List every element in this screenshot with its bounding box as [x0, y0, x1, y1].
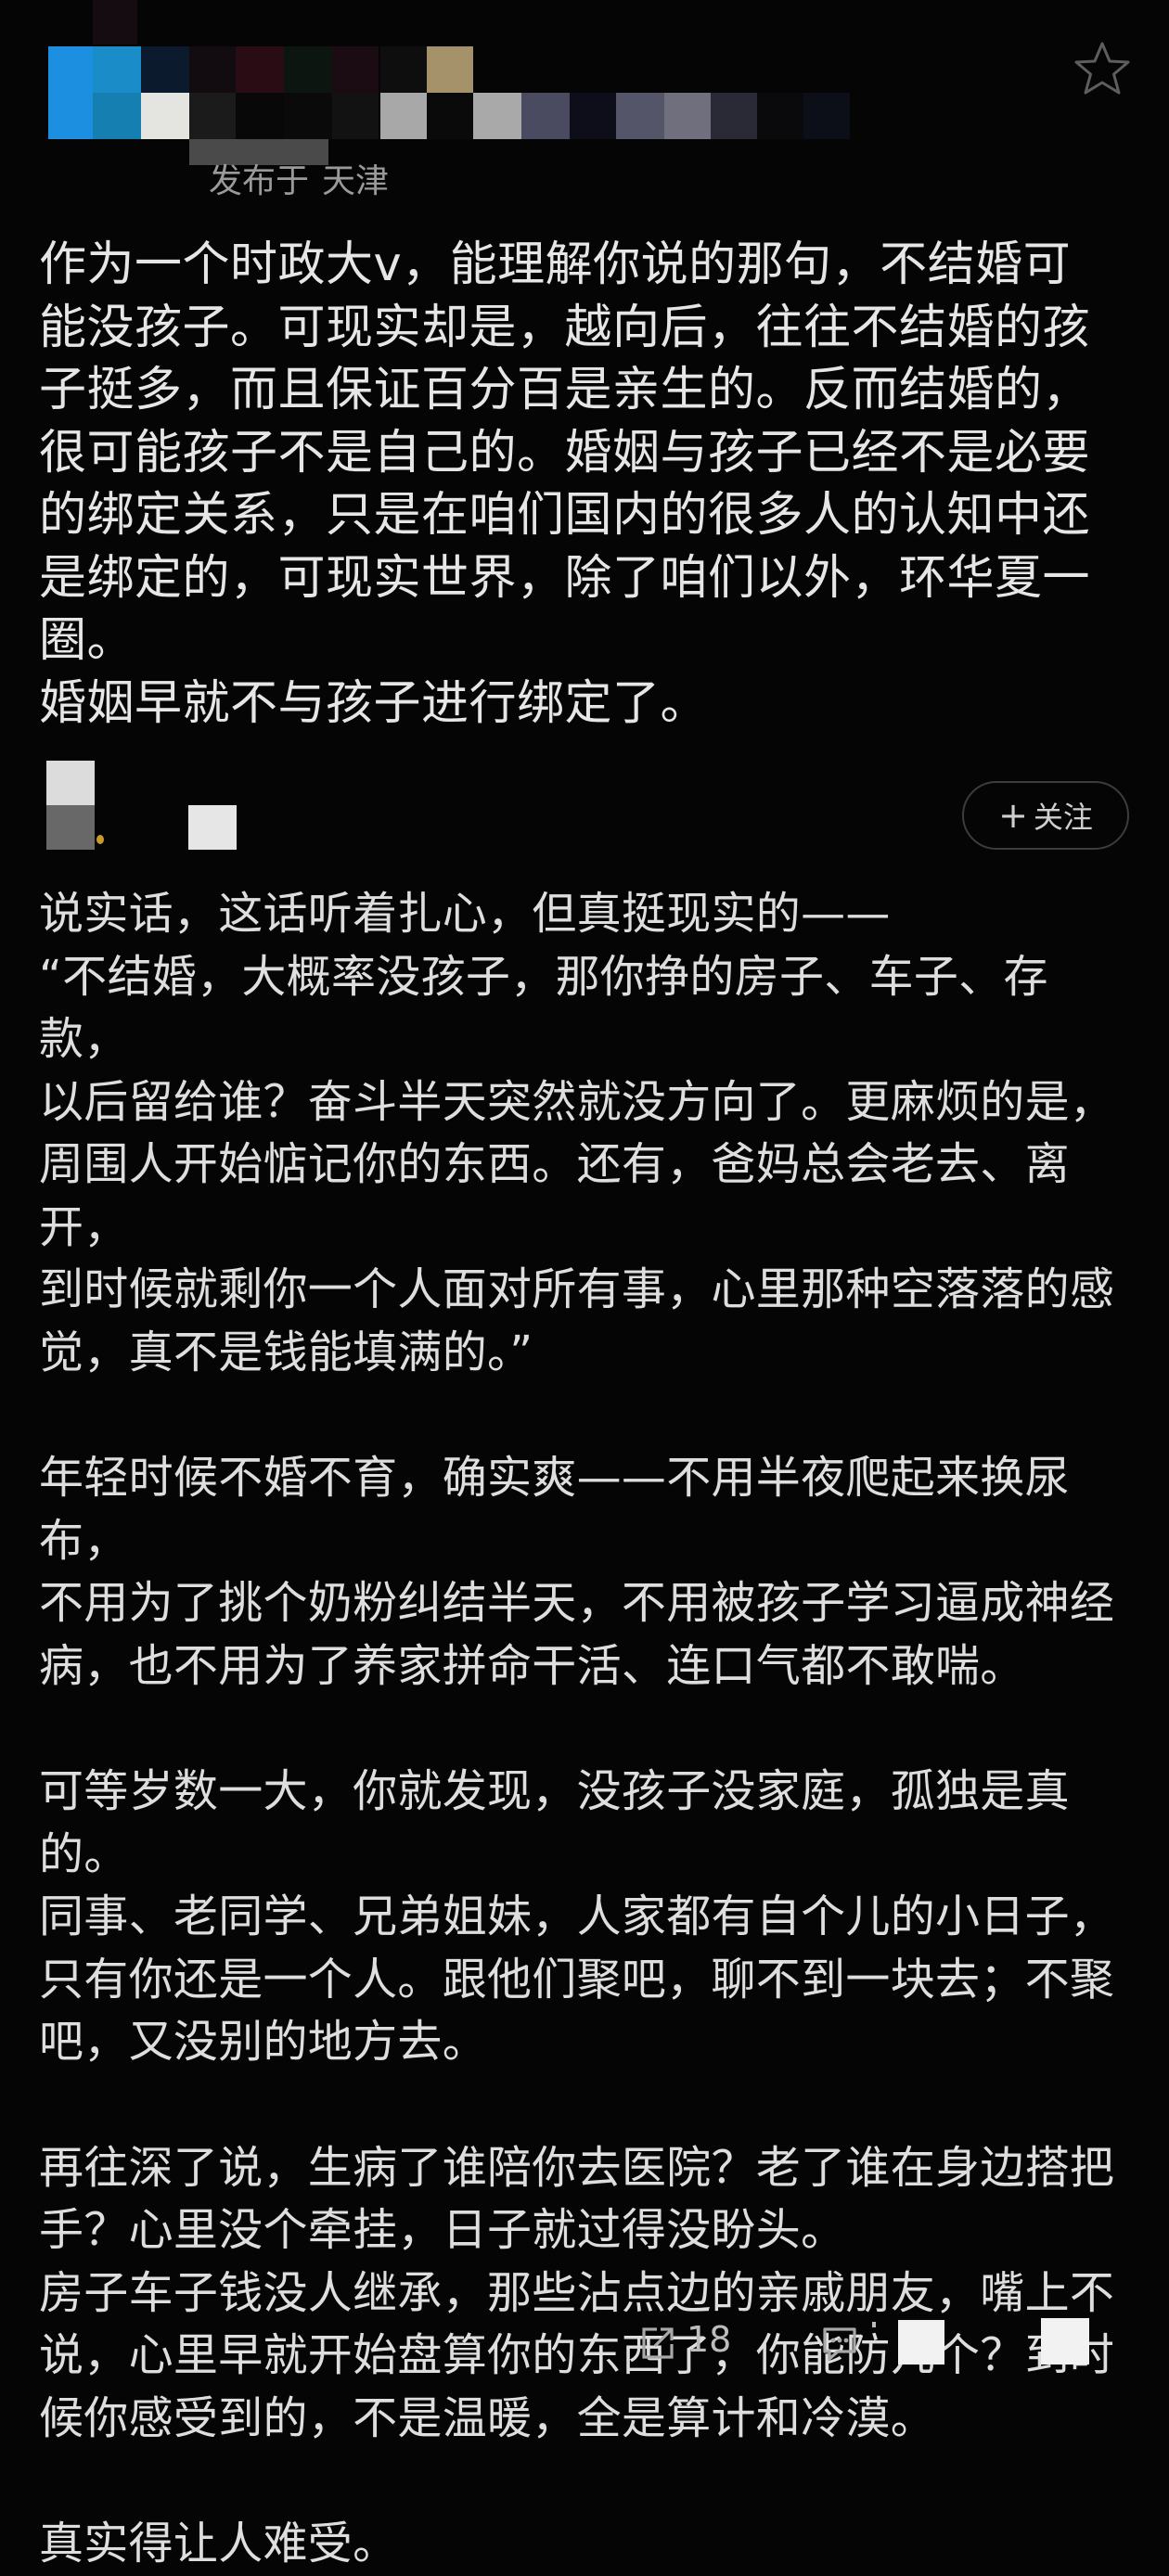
publish-location-prefix: 发布于 [209, 162, 310, 200]
reply-line: 只有你还是一个人。跟他们聚吧，聊不到一块去；不聚 [39, 1953, 1115, 2006]
blurred-comment-count [872, 2322, 876, 2327]
reply-line: 房子车子钱没人继承，那些沾点边的亲戚朋友，嘴上不 [39, 2266, 1115, 2319]
post-line: 婚姻早就不与孩子进行绑定了。 [39, 675, 709, 731]
reply-line: 年轻时候不婚不育，确实爽——不用半夜爬起来换尿布， [39, 1452, 1070, 1567]
reply-paragraph: 说实话，这话听着扎心，但真挺现实的—— “不结婚，大概率没孩子，那你挣的房子、车… [39, 883, 1134, 1384]
post-line: 是绑定的，可现实世界，除了咱们以外，环华夏一圈。 [39, 550, 1091, 669]
reply-line: 说，心里早就开始盘算你的东西了，你能防几个？到时 [39, 2329, 1115, 2381]
post-line: 能没孩子。可现实却是，越向后，往往不结婚的孩 [39, 300, 1091, 355]
publish-location: 发布于 天津 [209, 154, 389, 202]
blurred-reply-username [188, 805, 237, 850]
star-icon [1074, 42, 1130, 95]
share-icon [642, 2327, 674, 2359]
reply-line: 到时候就剩你一个人面对所有事，心里那种空落落的感 [39, 1263, 1115, 1315]
reply-line: 真实得让人难受。 [39, 2518, 398, 2570]
follow-label: 关注 [1033, 800, 1093, 835]
share-button[interactable] [638, 2324, 677, 2363]
reply-line: 手？心里没个牵挂，日子就过得没盼头。 [39, 2204, 846, 2256]
reply-line: 说实话，这话听着扎心，但真挺现实的—— [39, 888, 891, 940]
reply-paragraph: 可等岁数一大，你就发现，没孩子没家庭，孤独是真的。 同事、老同学、兄弟姐妹，人家… [39, 1761, 1134, 2074]
share-count: 18 [687, 2319, 732, 2360]
plus-icon: + [998, 795, 1028, 836]
reply-line: 再往深了说，生病了谁陪你去医院？老了谁在身边搭把 [39, 2141, 1115, 2194]
reply-line: 候你感受到的，不是温暖，全是算计和冷漠。 [39, 2391, 936, 2444]
comment-button[interactable] [819, 2324, 860, 2363]
reply-line: 吧，又没别的地方去。 [39, 2016, 488, 2068]
reply-line: 不用为了挑个奶粉纠结半天，不用被孩子学习逼成神经 [39, 1577, 1115, 1629]
reply-text: 说实话，这话听着扎心，但真挺现实的—— “不结婚，大概率没孩子，那你挣的房子、车… [39, 883, 1134, 2576]
blurred-action-block [898, 2320, 944, 2365]
reply-line: 可等岁数一大，你就发现，没孩子没家庭，孤独是真的。 [39, 1765, 1070, 1880]
follow-button[interactable]: + 关注 [962, 781, 1129, 850]
post-line: 作为一个时政大v，能理解你说的那句，不结婚可 [39, 237, 1072, 292]
reply-line: 周围人开始惦记你的东西。还有，爸妈总会老去、离开， [39, 1138, 1070, 1253]
post-line: 很可能孩子不是自己的。婚姻与孩子已经不是必要 [39, 425, 1091, 481]
reply-avatar[interactable] [46, 761, 104, 853]
reply-line: 觉，真不是钱能填满的。” [39, 1326, 533, 1378]
publish-location-city: 天津 [322, 162, 390, 200]
post-text: 作为一个时政大v，能理解你说的那句，不结婚可 能没孩子。可现实却是，越向后，往往… [39, 234, 1134, 735]
post-line: 的绑定关系，只是在咱们国内的很多人的认知中还 [39, 488, 1091, 543]
comment-icon [823, 2327, 856, 2361]
reply-line: 病，也不用为了养家拼命干活、连口气都不敢喘。 [39, 1639, 1025, 1692]
reply-line: 以后留给谁？奋斗半天突然就没方向了。更麻烦的是， [39, 1075, 1115, 1128]
reply-paragraph: 再往深了说，生病了谁陪你去医院？老了谁在身边搭把 手？心里没个牵挂，日子就过得没… [39, 2137, 1134, 2451]
reply-line: 同事、老同学、兄弟姐妹，人家都有自个儿的小日子， [39, 1890, 1115, 1942]
reply-line: “不结婚，大概率没孩子，那你挣的房子、车子、存款， [39, 950, 1048, 1066]
favorite-button[interactable] [1072, 39, 1133, 100]
blurred-username [0, 0, 928, 186]
reply-paragraph: 年轻时候不婚不育，确实爽——不用半夜爬起来换尿布， 不用为了挑个奶粉纠结半天，不… [39, 1447, 1134, 1698]
blurred-action-block [1041, 2318, 1089, 2365]
reply-paragraph: 真实得让人难受。 [39, 2513, 1134, 2576]
post-line: 子挺多，而且保证百分百是亲生的。反而结婚的， [39, 363, 1091, 417]
